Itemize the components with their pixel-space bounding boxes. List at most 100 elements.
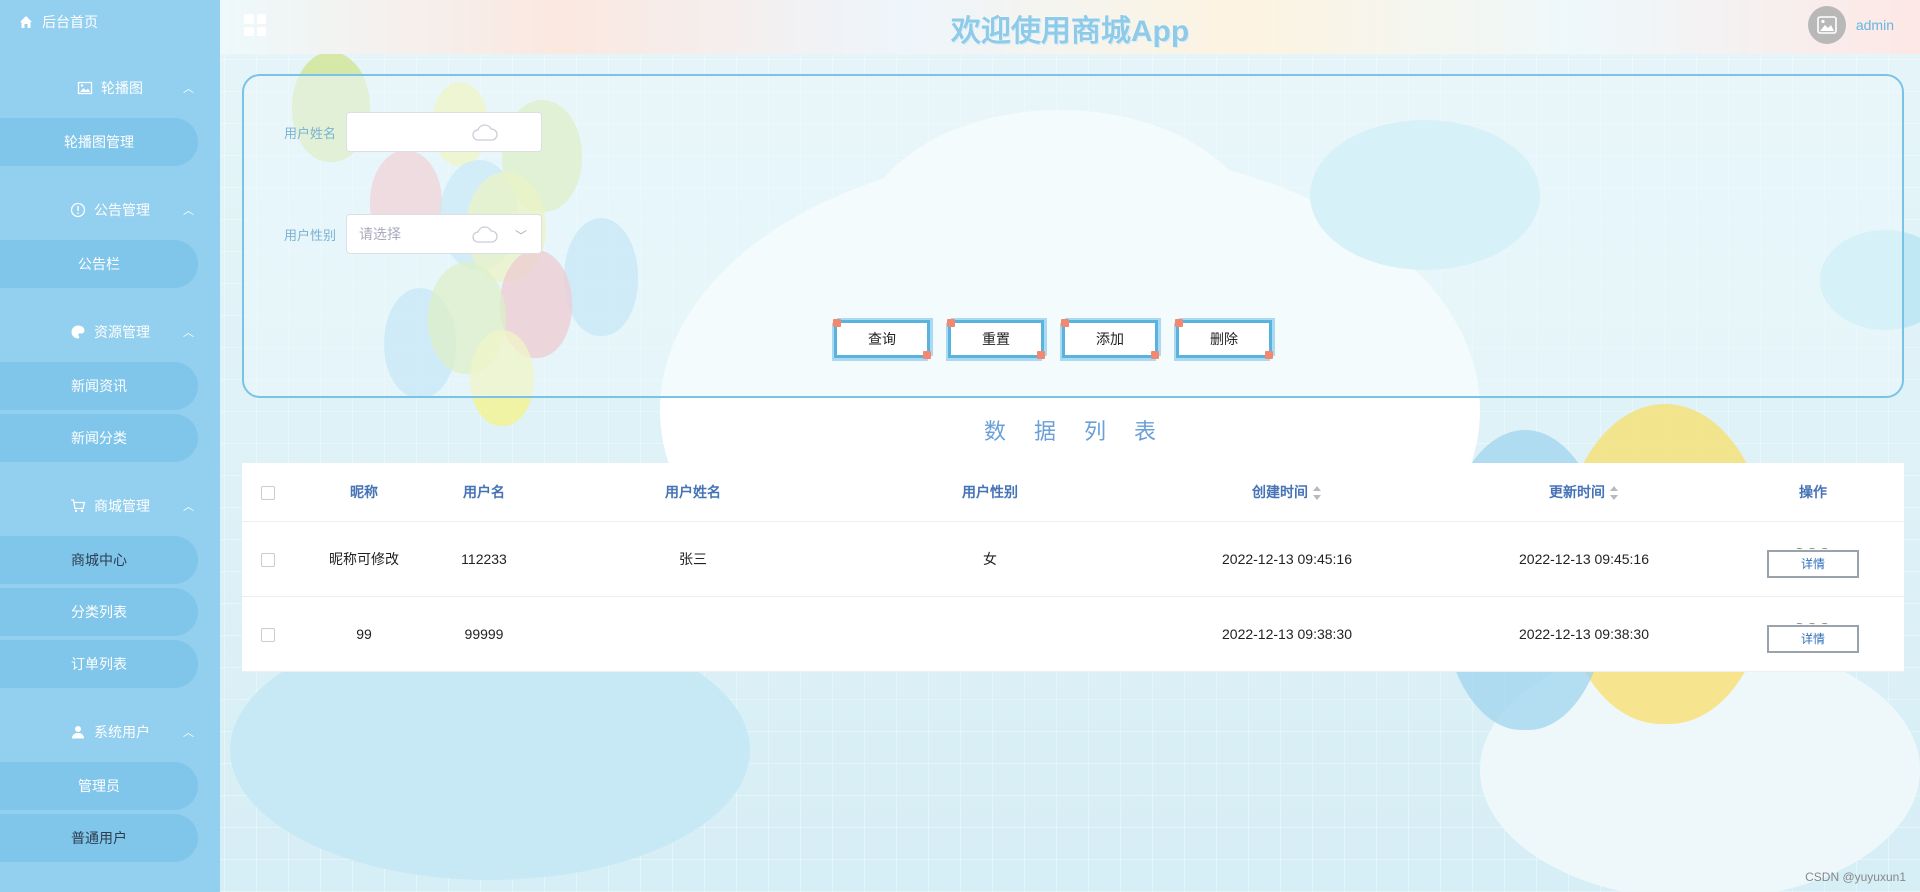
- sort-icon[interactable]: [1312, 486, 1322, 501]
- sidebar-home[interactable]: 后台首页: [0, 0, 220, 44]
- user-icon: [72, 726, 84, 739]
- detail-button[interactable]: 详情: [1767, 538, 1859, 578]
- name-label: 用户姓名: [284, 125, 337, 141]
- sidebar-item-banner-manage[interactable]: 轮播图管理: [0, 118, 198, 166]
- sidebar-item-mall-center[interactable]: 商城中心: [0, 536, 198, 584]
- cell-gender: [852, 596, 1128, 672]
- cell-gender: 女: [852, 521, 1128, 597]
- table-header-row: 昵称 用户名 用户姓名 用户性别 创建时间 更新时间 操作: [242, 463, 1904, 522]
- page-title: 欢迎使用商城App: [950, 15, 1190, 48]
- name-filter-row: 用户姓名: [284, 112, 542, 152]
- sidebar-home-label: 后台首页: [42, 14, 98, 30]
- watermark: CSDN @yuyuxun1: [1805, 870, 1906, 884]
- sidebar-group-resource[interactable]: 资源管理 ︿: [0, 306, 220, 358]
- sidebar-item-notice-board[interactable]: 公告栏: [0, 240, 198, 288]
- sidebar-group-label: 公告管理: [94, 202, 150, 218]
- palette-icon: [71, 325, 85, 339]
- col-action: 操作: [1722, 463, 1904, 522]
- sidebar-item-admin[interactable]: 管理员: [0, 762, 198, 810]
- row-checkbox[interactable]: [261, 627, 275, 642]
- cell-realname: [534, 596, 852, 672]
- chevron-up-icon: ︿: [183, 327, 194, 339]
- cloud-icon: [472, 124, 498, 141]
- info-icon: [70, 202, 86, 218]
- username: admin: [1855, 17, 1894, 33]
- col-created[interactable]: 创建时间: [1128, 463, 1446, 522]
- table-row: 昵称可修改 112233 张三 女 2022-12-13 09:45:16 20…: [242, 521, 1904, 597]
- select-all-cell: [242, 463, 294, 522]
- top-header: 欢迎使用商城App admin: [220, 0, 1920, 54]
- sidebar-item-label: 订单列表: [71, 656, 127, 672]
- chevron-up-icon: ︿: [183, 83, 194, 95]
- chevron-up-icon: ︿: [183, 501, 194, 513]
- cell-username: 112233: [434, 521, 534, 597]
- sidebar-item-label: 新闻分类: [71, 430, 127, 446]
- home-icon: [20, 16, 32, 28]
- cell-updated: 2022-12-13 09:45:16: [1446, 521, 1722, 597]
- select-all-checkbox[interactable]: [261, 485, 275, 500]
- sidebar-item-news-category[interactable]: 新闻分类: [0, 414, 198, 462]
- sidebar-group-label: 轮播图: [101, 80, 143, 96]
- reset-button[interactable]: 重置: [947, 319, 1045, 359]
- cell-username: 99999: [434, 596, 534, 672]
- sidebar-item-label: 轮播图管理: [64, 134, 134, 150]
- row-select-cell: [242, 596, 294, 672]
- data-table: 昵称 用户名 用户姓名 用户性别 创建时间 更新时间 操作 昵称可修改 1122…: [242, 463, 1904, 672]
- detail-button[interactable]: 详情: [1767, 613, 1859, 653]
- chevron-down-icon: ﹀: [514, 229, 527, 243]
- sidebar-group-notice[interactable]: 公告管理 ︿: [0, 184, 220, 236]
- chevron-up-icon: ︿: [183, 727, 194, 739]
- gender-select-placeholder: 请选择: [359, 226, 401, 242]
- sidebar-item-label: 公告栏: [78, 256, 120, 272]
- col-updated-label: 更新时间: [1549, 483, 1605, 500]
- search-panel: 用户姓名 用户性别 请选择 ﹀ 查询 重置 添加 删除: [242, 74, 1904, 398]
- row-checkbox[interactable]: [261, 552, 275, 567]
- sidebar-group-label: 资源管理: [94, 324, 150, 340]
- cloud-icon: [472, 226, 498, 243]
- gender-filter-row: 用户性别 请选择 ﹀: [284, 214, 542, 254]
- gender-label: 用户性别: [284, 227, 337, 243]
- sidebar-item-normal-user[interactable]: 普通用户: [0, 814, 198, 862]
- sidebar-group-mall[interactable]: 商城管理 ︿: [0, 480, 220, 532]
- picture-icon: [77, 81, 93, 95]
- sidebar-item-label: 管理员: [78, 778, 120, 794]
- user-menu[interactable]: admin: [1807, 6, 1894, 44]
- cell-action: 详情: [1722, 521, 1904, 597]
- gender-select[interactable]: 请选择 ﹀: [346, 214, 542, 254]
- sidebar-group-label: 商城管理: [94, 498, 150, 514]
- cell-action: 详情: [1722, 596, 1904, 672]
- image-icon: [1817, 16, 1837, 34]
- col-created-label: 创建时间: [1252, 483, 1308, 500]
- sidebar-item-news[interactable]: 新闻资讯: [0, 362, 198, 410]
- col-username: 用户名: [434, 463, 534, 522]
- delete-button[interactable]: 删除: [1175, 319, 1273, 359]
- cell-nickname: 99: [294, 596, 434, 672]
- table-row: 99 99999 2022-12-13 09:38:30 2022-12-13 …: [242, 596, 1904, 672]
- col-nickname: 昵称: [294, 463, 434, 522]
- row-select-cell: [242, 521, 294, 597]
- sidebar-item-label: 分类列表: [71, 604, 127, 620]
- sort-icon[interactable]: [1609, 486, 1619, 501]
- cell-realname: 张三: [534, 521, 852, 597]
- sidebar-item-order-list[interactable]: 订单列表: [0, 640, 198, 688]
- cell-created: 2022-12-13 09:38:30: [1128, 596, 1446, 672]
- list-title: 数据列表: [983, 419, 1184, 444]
- col-realname: 用户姓名: [534, 463, 852, 522]
- action-buttons: 查询 重置 添加 删除: [244, 319, 1902, 359]
- avatar[interactable]: [1807, 6, 1846, 44]
- col-gender: 用户性别: [852, 463, 1128, 522]
- chevron-up-icon: ︿: [183, 205, 194, 217]
- name-input[interactable]: [346, 112, 542, 152]
- query-button[interactable]: 查询: [833, 319, 931, 359]
- sidebar: 后台首页 轮播图 ︿ 轮播图管理 公告管理 ︿ 公告栏 资源管理 ︿ 新闻资讯 …: [0, 0, 220, 892]
- cell-created: 2022-12-13 09:45:16: [1128, 521, 1446, 597]
- sidebar-item-label: 普通用户: [71, 830, 127, 846]
- sidebar-item-category-list[interactable]: 分类列表: [0, 588, 198, 636]
- cell-nickname: 昵称可修改: [294, 521, 434, 597]
- col-updated[interactable]: 更新时间: [1446, 463, 1722, 522]
- sidebar-item-label: 商城中心: [71, 552, 127, 568]
- sidebar-group-banner[interactable]: 轮播图 ︿: [0, 62, 220, 114]
- sidebar-group-system-user[interactable]: 系统用户 ︿: [0, 706, 220, 758]
- add-button[interactable]: 添加: [1061, 319, 1159, 359]
- sidebar-item-label: 新闻资讯: [71, 378, 127, 394]
